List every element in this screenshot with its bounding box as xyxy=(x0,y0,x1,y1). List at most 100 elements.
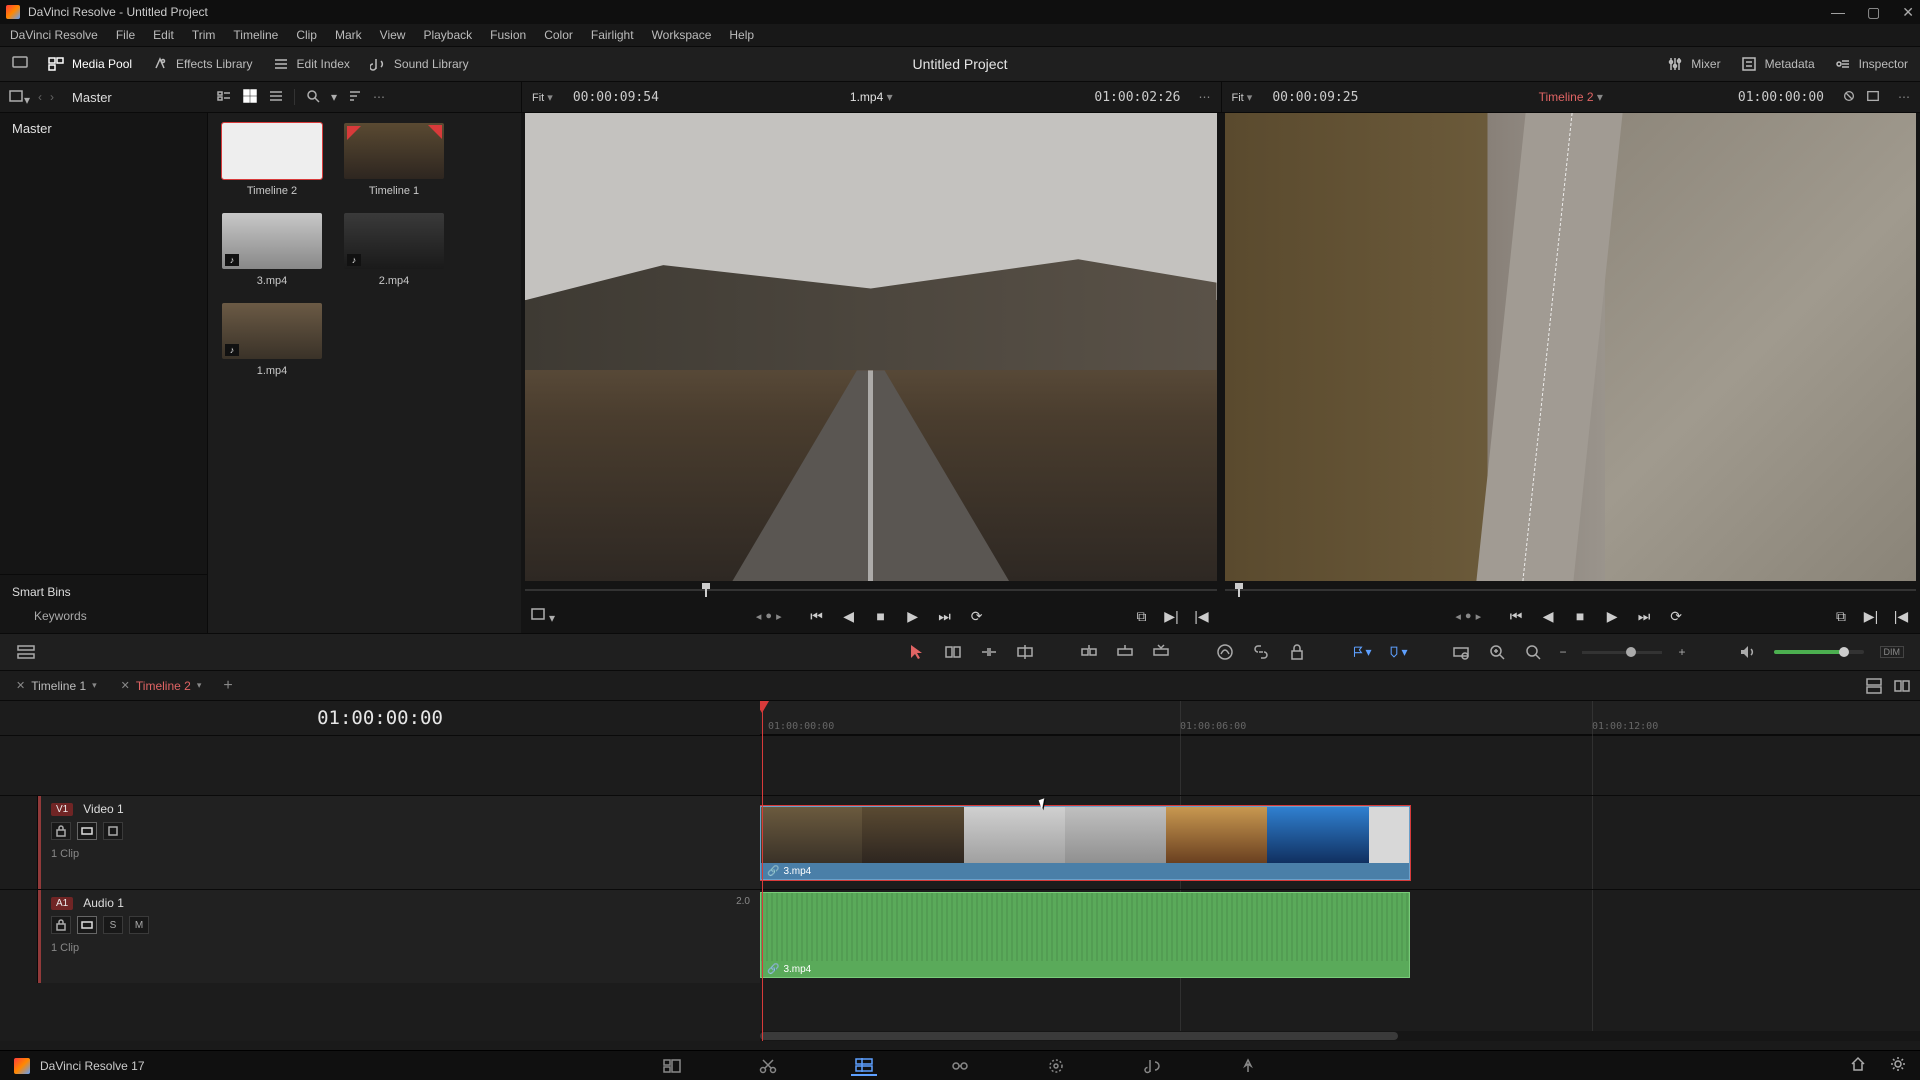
timeline-tab-1[interactable]: ✕ Timeline 1 ▾ xyxy=(6,675,107,697)
source-play[interactable]: ▶ xyxy=(904,607,922,625)
dim-button[interactable]: DIM xyxy=(1880,646,1905,658)
timeline-scrubber[interactable] xyxy=(1225,581,1917,599)
marker-dropdown[interactable]: ▾ xyxy=(1387,642,1407,662)
menu-clip[interactable]: Clip xyxy=(296,28,317,42)
sort-icon[interactable] xyxy=(347,88,363,107)
timeline-match-frame[interactable]: ⧉ xyxy=(1832,607,1850,625)
timeline-jog[interactable]: ◂●▸ xyxy=(1455,610,1481,623)
project-settings-icon[interactable] xyxy=(1890,1056,1906,1075)
timeline-loop[interactable]: ⟳ xyxy=(1667,607,1685,625)
timeline-ruler[interactable]: 01:00:00:00 01:00:06:00 01:00:12:00 xyxy=(760,701,1920,735)
effects-library-toggle[interactable]: Effects Library xyxy=(152,56,252,72)
fullscreen-icon[interactable] xyxy=(12,55,28,74)
timeline-zoom-fit[interactable]: Fit xyxy=(1232,91,1253,104)
pool-item-timeline1[interactable]: Timeline 1 xyxy=(344,123,444,197)
master-bin[interactable]: Master xyxy=(12,121,195,136)
menu-playback[interactable]: Playback xyxy=(423,28,472,42)
video-clip-3mp4[interactable]: 🔗3.mp4 xyxy=(760,806,1410,880)
source-viewer-screen[interactable] xyxy=(525,113,1217,581)
flag-dropdown[interactable]: ▾ xyxy=(1351,642,1371,662)
timeline-next-frame[interactable]: ⏭ xyxy=(1635,607,1653,625)
source-loop[interactable]: ⟳ xyxy=(968,607,986,625)
single-viewer-icon[interactable] xyxy=(1866,89,1880,106)
timeline-hscroll[interactable] xyxy=(760,1031,1920,1041)
a1-badge[interactable]: A1 xyxy=(51,897,73,910)
a1-lock[interactable] xyxy=(51,916,71,934)
timeline-prev-frame[interactable]: ◀ xyxy=(1539,607,1557,625)
menu-help[interactable]: Help xyxy=(729,28,754,42)
blade-tool[interactable] xyxy=(1015,642,1035,662)
smart-bin-keywords[interactable]: Keywords xyxy=(12,609,195,623)
timeline-stack-icon[interactable] xyxy=(1864,676,1884,696)
selection-tool[interactable] xyxy=(907,642,927,662)
position-lock[interactable] xyxy=(1287,642,1307,662)
timeline-viewer-menu[interactable]: ⋯ xyxy=(1898,90,1910,104)
media-pool-toggle[interactable]: Media Pool xyxy=(48,56,132,72)
timeline-view-options[interactable] xyxy=(16,642,36,662)
source-menu[interactable]: ⋯ xyxy=(1199,90,1211,104)
v1-track-content[interactable]: 🔗3.mp4 xyxy=(760,795,1920,889)
source-prev-frame[interactable]: ◀ xyxy=(840,607,858,625)
retime-curve[interactable] xyxy=(1215,642,1235,662)
a1-solo[interactable]: S xyxy=(103,916,123,934)
trim-tool[interactable] xyxy=(943,642,963,662)
menu-file[interactable]: File xyxy=(116,28,135,42)
source-in-out-next[interactable]: ▶| xyxy=(1163,607,1181,625)
dynamic-trim-tool[interactable] xyxy=(979,642,999,662)
menu-fusion[interactable]: Fusion xyxy=(490,28,526,42)
zoom-slider[interactable] xyxy=(1582,651,1662,654)
timeline-tracks[interactable]: 01:00:00:00 01:00:06:00 01:00:12:00 🔗3.m… xyxy=(760,701,1920,1041)
zoom-detail[interactable] xyxy=(1487,642,1507,662)
source-overlay-dropdown[interactable]: ▾ xyxy=(531,608,555,625)
menu-mark[interactable]: Mark xyxy=(335,28,362,42)
a1-track-content[interactable]: 🔗3.mp4 xyxy=(760,889,1920,983)
menu-workspace[interactable]: Workspace xyxy=(652,28,712,42)
view-thumb-icon[interactable] xyxy=(242,88,258,107)
source-zoom-fit[interactable]: Fit xyxy=(532,91,553,104)
menu-fairlight[interactable]: Fairlight xyxy=(591,28,634,42)
page-edit[interactable] xyxy=(851,1056,877,1076)
v1-auto-select[interactable] xyxy=(77,822,97,840)
playhead[interactable] xyxy=(762,701,763,1041)
search-dropdown[interactable]: ▾ xyxy=(331,90,337,104)
timeline-mark-prev[interactable]: |◀ xyxy=(1892,607,1910,625)
close-button[interactable]: ✕ xyxy=(1902,4,1914,21)
v1-badge[interactable]: V1 xyxy=(51,803,73,816)
zoom-full[interactable] xyxy=(1451,642,1471,662)
add-timeline-tab[interactable]: + xyxy=(215,677,240,695)
menu-view[interactable]: View xyxy=(380,28,406,42)
menu-edit[interactable]: Edit xyxy=(153,28,174,42)
menu-timeline[interactable]: Timeline xyxy=(233,28,278,42)
page-deliver[interactable] xyxy=(1235,1056,1261,1076)
nav-fwd[interactable]: › xyxy=(50,90,54,104)
source-clip-name[interactable]: 1.mp4 xyxy=(850,90,893,104)
mixer-toggle[interactable]: Mixer xyxy=(1667,56,1720,72)
page-fusion[interactable] xyxy=(947,1056,973,1076)
link-toggle[interactable] xyxy=(1251,642,1271,662)
pool-item-timeline2[interactable]: Timeline 2 xyxy=(222,123,322,197)
zoom-custom[interactable] xyxy=(1523,642,1543,662)
timeline-first-frame[interactable]: ⏮ xyxy=(1507,607,1525,625)
menu-color[interactable]: Color xyxy=(544,28,573,42)
menu-trim[interactable]: Trim xyxy=(192,28,216,42)
replace-clip[interactable] xyxy=(1151,642,1171,662)
tab2-close-icon[interactable]: ✕ xyxy=(121,679,130,692)
timeline-mark-next[interactable]: ▶| xyxy=(1862,607,1880,625)
audio-clip-3mp4[interactable]: 🔗3.mp4 xyxy=(760,892,1410,978)
v1-lock[interactable] xyxy=(51,822,71,840)
page-cut[interactable] xyxy=(755,1056,781,1076)
source-jog[interactable]: ◂●▸ xyxy=(756,610,782,623)
maximize-button[interactable]: ▢ xyxy=(1867,4,1880,21)
menu-davinci[interactable]: DaVinci Resolve xyxy=(10,28,98,42)
page-color[interactable] xyxy=(1043,1056,1069,1076)
source-next-frame[interactable]: ⏭ xyxy=(936,607,954,625)
view-list-icon[interactable] xyxy=(216,88,232,107)
timeline-viewer-screen[interactable]: ▶| ▶| xyxy=(1225,113,1917,581)
bin-view-dropdown[interactable]: ▾ xyxy=(8,88,30,107)
metadata-toggle[interactable]: Metadata xyxy=(1741,56,1815,72)
pool-item-1mp4[interactable]: ♪ 1.mp4 xyxy=(222,303,322,377)
bypass-fx-icon[interactable] xyxy=(1842,89,1856,106)
v1-disable[interactable] xyxy=(103,822,123,840)
timeline-stop[interactable]: ■ xyxy=(1571,607,1589,625)
minimize-button[interactable]: — xyxy=(1831,4,1845,21)
